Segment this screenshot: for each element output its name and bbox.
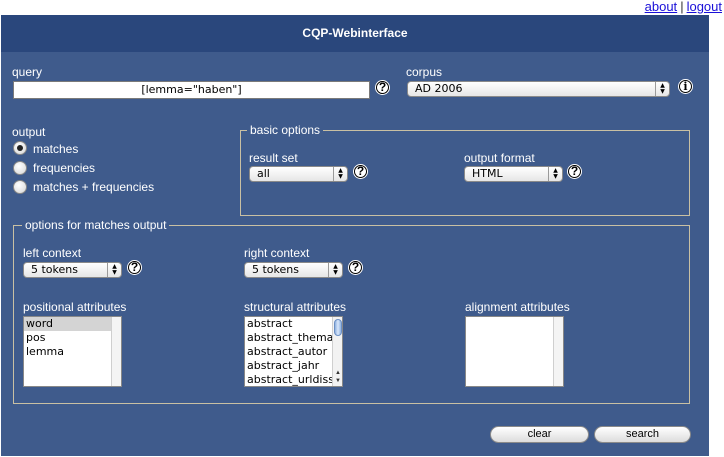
- result-set-value: all: [257, 167, 270, 180]
- radio-matches-frequencies[interactable]: [13, 180, 27, 194]
- positional-attributes-label: positional attributes: [23, 300, 127, 314]
- result-set-select[interactable]: all ▲ ▼: [249, 166, 348, 182]
- left-context-label: left context: [23, 246, 82, 260]
- top-links: about | logout: [645, 0, 722, 14]
- structural-attributes-label: structural attributes: [244, 300, 347, 314]
- query-label: query: [12, 65, 43, 79]
- corpus-select[interactable]: AD 2006 ▲ ▼: [407, 81, 670, 97]
- scrollbar-thumb[interactable]: [334, 319, 342, 336]
- app-panel: CQP-Webinterface query [lemma="haben"] ?…: [1, 15, 709, 456]
- alignment-attributes-label: alignment attributes: [465, 300, 570, 314]
- left-context-help-icon[interactable]: ?: [127, 260, 142, 275]
- query-input[interactable]: [lemma="haben"]: [13, 81, 370, 99]
- result-set-label: result set: [249, 151, 298, 165]
- radio-matches-frequencies-label: matches + frequencies: [33, 180, 155, 194]
- structural-attributes-list[interactable]: abstract abstract_thema abstract_autor a…: [244, 316, 343, 387]
- left-context-value: 5 tokens: [31, 263, 78, 276]
- corpus-info-icon[interactable]: i: [678, 79, 693, 94]
- radio-frequencies-label: frequencies: [33, 161, 96, 175]
- query-help-icon[interactable]: ?: [375, 80, 390, 95]
- list-item[interactable]: abstract_jahr: [245, 359, 342, 373]
- list-item[interactable]: abstract: [245, 317, 342, 331]
- list-item[interactable]: abstract_urldiss: [245, 373, 342, 386]
- search-button[interactable]: search: [594, 426, 691, 443]
- right-context-value: 5 tokens: [252, 263, 299, 276]
- list-item[interactable]: abstract_autor: [245, 345, 342, 359]
- up-down-arrows-icon: ▲ ▼: [655, 82, 669, 96]
- scroll-down-arrow-icon[interactable]: ▼: [333, 377, 342, 385]
- positional-attributes-list[interactable]: word pos lemma: [23, 316, 122, 387]
- basic-options-legend: basic options: [247, 123, 324, 137]
- scrollbar[interactable]: [111, 317, 121, 386]
- about-link[interactable]: about: [645, 0, 678, 14]
- output-format-help-icon[interactable]: ?: [567, 164, 582, 179]
- corpus-label: corpus: [406, 65, 443, 79]
- list-item[interactable]: word: [24, 317, 121, 331]
- clear-button[interactable]: clear: [490, 426, 589, 443]
- link-separator: |: [680, 0, 684, 14]
- up-down-arrows-icon: ▲ ▼: [548, 167, 562, 181]
- logout-link[interactable]: logout: [687, 0, 722, 14]
- list-item[interactable]: pos: [24, 331, 121, 345]
- right-context-select[interactable]: 5 tokens ▲ ▼: [244, 262, 343, 278]
- scrollbar[interactable]: [553, 317, 563, 386]
- corpus-select-value: AD 2006: [415, 82, 463, 95]
- up-down-arrows-icon: ▲ ▼: [333, 167, 347, 181]
- right-context-label: right context: [244, 246, 310, 260]
- list-item[interactable]: lemma: [24, 345, 121, 359]
- radio-frequencies[interactable]: [13, 161, 27, 175]
- up-down-arrows-icon: ▲ ▼: [328, 263, 342, 277]
- up-down-arrows-icon: ▲ ▼: [107, 263, 121, 277]
- output-format-label: output format: [464, 151, 535, 165]
- list-item[interactable]: abstract_thema: [245, 331, 342, 345]
- scroll-up-arrow-icon[interactable]: ▲: [333, 369, 342, 377]
- left-context-select[interactable]: 5 tokens ▲ ▼: [23, 262, 122, 278]
- result-set-help-icon[interactable]: ?: [353, 164, 368, 179]
- alignment-attributes-list[interactable]: [465, 316, 564, 387]
- page-title: CQP-Webinterface: [1, 15, 709, 52]
- radio-matches-label: matches: [33, 142, 79, 156]
- radio-matches[interactable]: [13, 141, 27, 155]
- scrollbar[interactable]: ▲ ▼: [332, 317, 342, 386]
- matches-output-legend: options for matches output: [22, 218, 170, 232]
- output-label: output: [12, 125, 46, 139]
- output-format-value: HTML: [472, 167, 503, 180]
- output-format-select[interactable]: HTML ▲ ▼: [464, 166, 563, 182]
- right-context-help-icon[interactable]: ?: [348, 260, 363, 275]
